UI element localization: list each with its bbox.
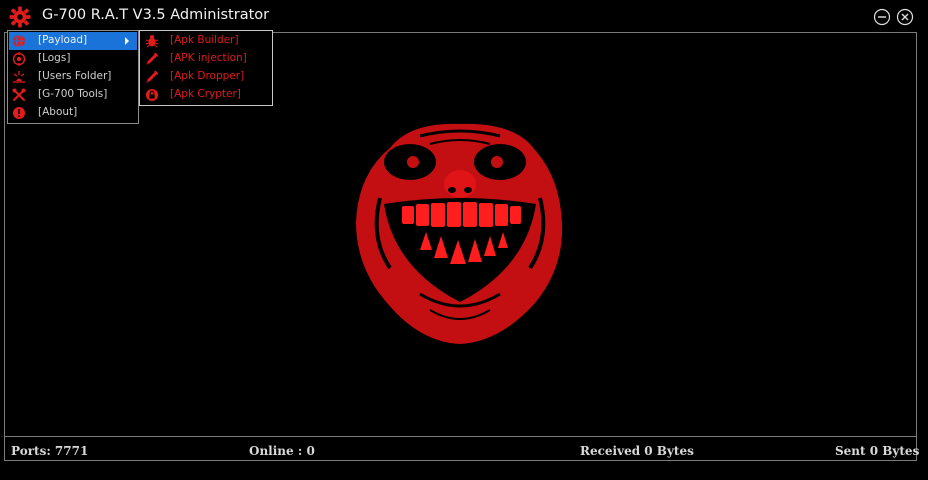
bug-icon bbox=[145, 35, 159, 48]
target-icon bbox=[12, 52, 26, 66]
title-bar: G-700 R.A.T V3.5 Administrator bbox=[0, 0, 928, 32]
menu-item-label: [Payload] bbox=[38, 34, 88, 46]
sparkle-icon bbox=[13, 71, 25, 83]
info-icon bbox=[13, 107, 25, 119]
status-bar bbox=[4, 436, 917, 462]
submenu-item-label: [Apk Crypter] bbox=[170, 88, 241, 100]
submenu-item-label: [Apk Dropper] bbox=[170, 70, 245, 82]
menu-item-payload[interactable]: [Payload] bbox=[9, 32, 137, 50]
menu-item-users-folder[interactable]: [Users Folder] bbox=[9, 68, 137, 86]
ports-status: Ports: 7771 bbox=[11, 444, 89, 458]
submenu-item-apk-injection[interactable]: [APK injection] bbox=[141, 50, 271, 68]
menu-item-label: [G-700 Tools] bbox=[38, 88, 108, 100]
menu-item-label: [About] bbox=[38, 106, 78, 118]
lock-icon bbox=[146, 89, 158, 101]
menu-item-label: [Logs] bbox=[38, 52, 71, 64]
sent-status: Sent 0 Bytes bbox=[835, 444, 920, 458]
clown-face-image bbox=[356, 123, 563, 344]
main-menu: [Payload] [Logs] [Users Folder] [G-700 T… bbox=[7, 30, 139, 124]
globe-icon bbox=[13, 34, 25, 48]
tools-icon bbox=[12, 88, 26, 101]
submenu-item-label: [Apk Builder] bbox=[170, 34, 239, 46]
window-title: G-700 R.A.T V3.5 Administrator bbox=[42, 7, 270, 23]
syringe-icon bbox=[146, 52, 159, 65]
close-button[interactable] bbox=[896, 8, 914, 26]
menu-item-g700-tools[interactable]: [G-700 Tools] bbox=[9, 86, 137, 104]
minimize-button[interactable] bbox=[873, 8, 891, 26]
online-status: Online : 0 bbox=[249, 444, 315, 458]
menu-item-logs[interactable]: [Logs] bbox=[9, 50, 137, 68]
menu-item-label: [Users Folder] bbox=[38, 70, 112, 82]
submenu-item-apk-dropper[interactable]: [Apk Dropper] bbox=[141, 68, 271, 86]
menu-item-about[interactable]: [About] bbox=[9, 104, 137, 122]
received-status: Received 0 Bytes bbox=[580, 444, 694, 458]
submenu-arrow-icon bbox=[125, 37, 129, 45]
gear-icon[interactable] bbox=[9, 6, 31, 28]
submenu-item-apk-crypter[interactable]: [Apk Crypter] bbox=[141, 86, 271, 104]
syringe-icon bbox=[146, 70, 159, 83]
submenu-item-label: [APK injection] bbox=[170, 52, 247, 64]
payload-submenu: [Apk Builder] [APK injection] [Apk Dropp… bbox=[139, 30, 273, 106]
submenu-item-apk-builder[interactable]: [Apk Builder] bbox=[141, 32, 271, 50]
